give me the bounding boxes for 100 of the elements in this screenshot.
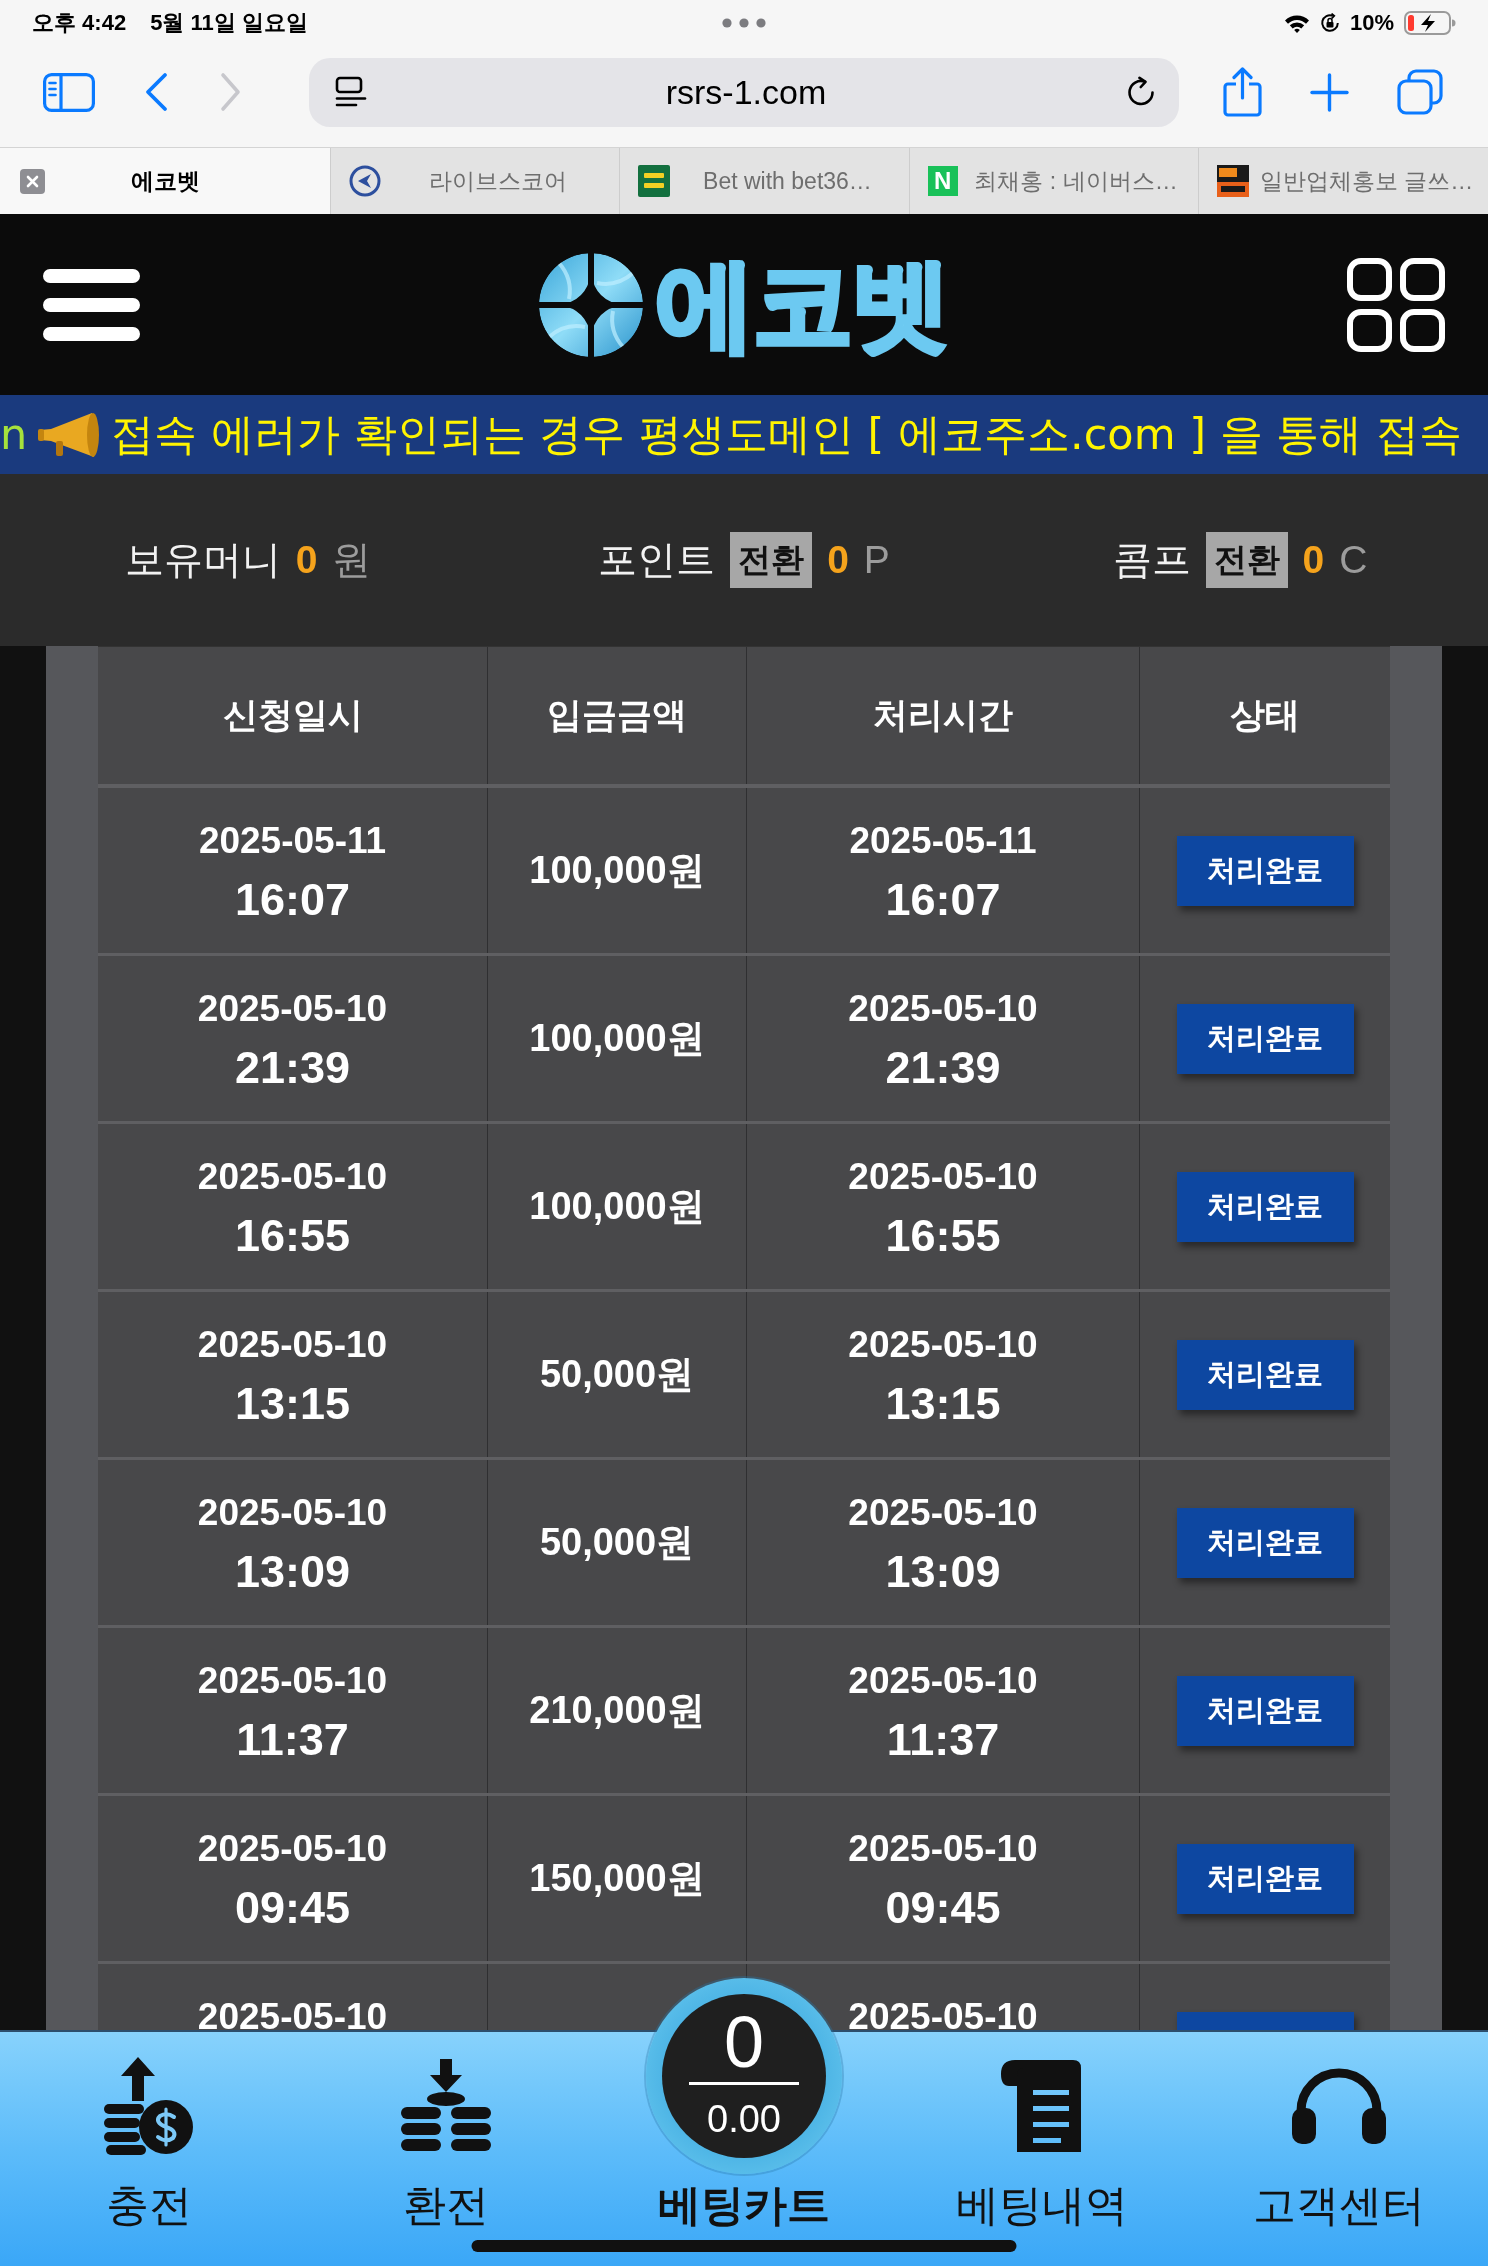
balance-label: 콤프 <box>1112 536 1191 584</box>
date-text: 2025-05-11 <box>198 819 387 863</box>
column-header: 상태 <box>1229 694 1301 737</box>
coins-arrow-up-icon <box>103 2057 194 2155</box>
date-text: 2025-05-10 <box>197 1827 388 1871</box>
tabs-button[interactable] <box>1397 69 1443 115</box>
balance-unit: C <box>1339 538 1368 582</box>
amount-text: 100,000원 <box>529 1016 705 1061</box>
close-icon <box>20 168 45 194</box>
time-text: 13:15 <box>234 1377 351 1431</box>
balance-value: 0 <box>1302 538 1325 582</box>
status-badge: 처리완료 <box>1176 1507 1354 1578</box>
battery-charging-icon <box>1404 11 1456 35</box>
balance-unit: 원 <box>332 537 372 583</box>
time-text: 16:55 <box>885 1209 1001 1263</box>
site-logo-icon <box>638 165 671 197</box>
reader-button[interactable] <box>335 76 367 108</box>
status-time: 오후 4:42 <box>32 10 127 36</box>
back-icon <box>144 72 168 112</box>
balance-value: 0 <box>827 538 849 582</box>
nav-item[interactable]: 베팅내역 <box>955 2057 1128 2231</box>
date-text: 2025-05-10 <box>197 1659 388 1703</box>
back-button[interactable] <box>144 72 168 112</box>
status-date: 5월 11일 일요일 <box>150 10 308 36</box>
menu-icon <box>43 268 140 341</box>
time-text: 09:45 <box>234 1881 351 1935</box>
date-text: 2025-05-10 <box>197 1323 388 1367</box>
close-tab-button[interactable] <box>20 168 45 194</box>
reader-icon <box>335 76 367 108</box>
time-text: 16:07 <box>234 873 351 927</box>
amount-text: 150,000원 <box>529 1856 705 1901</box>
convert-button[interactable]: 전환 <box>730 532 813 588</box>
date-text: 2025-05-10 <box>848 1155 1038 1199</box>
bet-cart-button[interactable]: 0 0.00 <box>646 1978 842 2174</box>
status-badge: 처리완료 <box>1176 1003 1354 1074</box>
address-field[interactable]: rsrs-1.com <box>309 57 1179 127</box>
nav-item[interactable]: 충전 <box>103 2057 194 2231</box>
status-badge: 처리완료 <box>1176 835 1354 906</box>
wifi-icon <box>1283 13 1310 33</box>
browser-tab[interactable]: 에코벳 <box>0 148 331 214</box>
sidebar-button[interactable] <box>43 72 95 112</box>
more-dots-icon[interactable] <box>722 18 766 28</box>
date-text: 2025-05-10 <box>197 1995 388 2030</box>
date-text: 2025-05-11 <box>849 819 1037 863</box>
marquee-text: n <box>0 408 28 461</box>
time-text: 21:39 <box>885 1041 1001 1095</box>
nav-item[interactable]: 환전 <box>399 2057 494 2231</box>
date-text: 2025-05-10 <box>848 1827 1038 1871</box>
time-text: 16:55 <box>234 1209 351 1263</box>
column-header: 신청일시 <box>98 647 488 784</box>
amount-text: 210,000원 <box>529 1688 705 1733</box>
status-badge: 처리완료 <box>1176 1675 1354 1746</box>
forward-icon <box>220 72 241 112</box>
status-badge: 처리완료 <box>1176 1339 1354 1410</box>
status-badge: 처리완료 <box>1176 1843 1354 1914</box>
time-text: 11:37 <box>886 1713 1000 1767</box>
date-text: 2025-05-10 <box>848 1323 1038 1367</box>
menu-button[interactable] <box>43 268 140 341</box>
share-button[interactable] <box>1222 67 1263 117</box>
time-text: 13:09 <box>234 1545 351 1599</box>
tabs-icon <box>1397 69 1443 115</box>
sidebar-icon <box>43 72 95 112</box>
balance-label: 포인트 <box>598 536 716 584</box>
logo-text[interactable]: 에코벳 <box>654 254 949 355</box>
date-text: 2025-05-10 <box>848 1995 1038 2030</box>
scroll-icon <box>1000 2060 1083 2152</box>
time-text: 13:09 <box>885 1545 1001 1599</box>
new-tab-button[interactable] <box>1310 72 1349 112</box>
time-text: 13:15 <box>885 1377 1001 1431</box>
date-text: 2025-05-10 <box>848 987 1038 1031</box>
balance-label: 보유머니 <box>124 536 281 584</box>
grid-icon <box>1347 257 1445 352</box>
date-text: 2025-05-10 <box>197 987 388 1031</box>
reload-button[interactable] <box>1125 76 1157 108</box>
nav-item[interactable]: 고객센터 <box>1253 2057 1426 2231</box>
grid-menu-button[interactable] <box>1347 257 1445 352</box>
battery-percent: 10% <box>1349 10 1394 36</box>
logo-emblem-icon <box>538 252 643 357</box>
time-text: 09:45 <box>885 1881 1001 1935</box>
balance-value: 0 <box>295 538 318 582</box>
time-text: 21:39 <box>234 1041 351 1095</box>
coins-arrow-down-icon <box>399 2059 494 2153</box>
status-badge: 처리완료 <box>1176 1171 1354 1242</box>
date-text: 2025-05-10 <box>848 1659 1038 1703</box>
time-text: 16:07 <box>885 873 1001 927</box>
rotation-lock-icon <box>1319 13 1340 33</box>
nav-item[interactable]: 베팅카트 <box>658 2179 830 2231</box>
convert-button[interactable]: 전환 <box>1205 532 1288 588</box>
date-text: 2025-05-10 <box>197 1155 388 1199</box>
site-logo-icon <box>1217 165 1250 197</box>
marquee-text: 접속 에러가 확인되는 경우 평생도메인 [ 에코주소.com ] 을 통해 접속 <box>111 408 1462 461</box>
share-icon <box>1222 67 1263 117</box>
site-logo-mark: N <box>927 166 958 196</box>
time-text: 11:37 <box>236 1713 349 1767</box>
plus-icon <box>1310 72 1349 112</box>
amount-text: 50,000원 <box>539 1520 695 1565</box>
column-header: 처리시간 <box>747 647 1140 784</box>
amount-text: 100,000원 <box>529 1184 705 1229</box>
date-text: 2025-05-10 <box>848 1491 1038 1535</box>
reload-icon <box>1125 76 1157 108</box>
